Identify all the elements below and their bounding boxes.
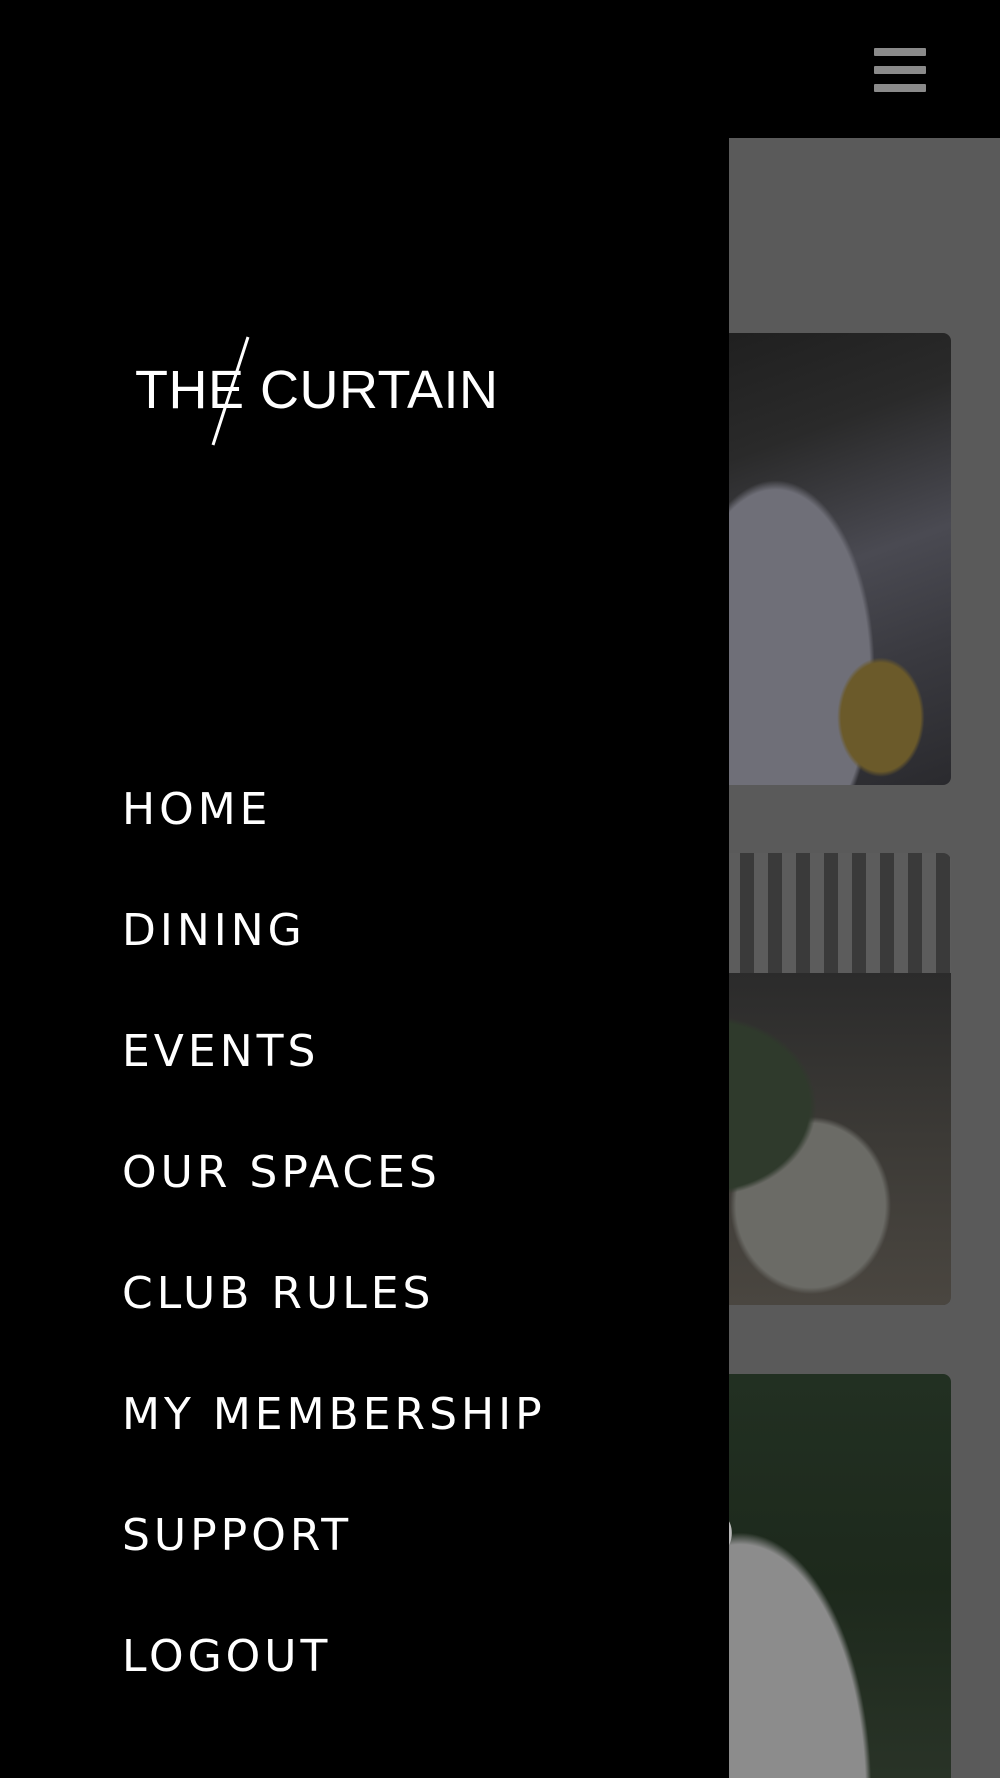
- logo-wordmark: THE CURTAIN: [135, 360, 499, 420]
- menu-item-club-rules[interactable]: CLUB RULES: [122, 1264, 546, 1385]
- menu-item-events[interactable]: EVENTS: [122, 1022, 546, 1143]
- menu-item-my-membership[interactable]: MY MEMBERSHIP: [122, 1385, 546, 1506]
- menu-item-dining[interactable]: DINING: [122, 901, 546, 1022]
- app-screen: S D THE CURTAIN HOME DINING EVENTS OUR S…: [0, 0, 1000, 1778]
- navigation-drawer: THE CURTAIN HOME DINING EVENTS OUR SPACE…: [0, 0, 729, 1778]
- menu-item-logout[interactable]: LOGOUT: [122, 1627, 546, 1748]
- drawer-menu: HOME DINING EVENTS OUR SPACES CLUB RULES…: [122, 780, 546, 1748]
- menu-item-support[interactable]: SUPPORT: [122, 1506, 546, 1627]
- brand-logo: THE CURTAIN: [130, 335, 498, 450]
- menu-item-home[interactable]: HOME: [122, 780, 546, 901]
- hamburger-menu-icon[interactable]: [868, 48, 930, 100]
- menu-item-our-spaces[interactable]: OUR SPACES: [122, 1143, 546, 1264]
